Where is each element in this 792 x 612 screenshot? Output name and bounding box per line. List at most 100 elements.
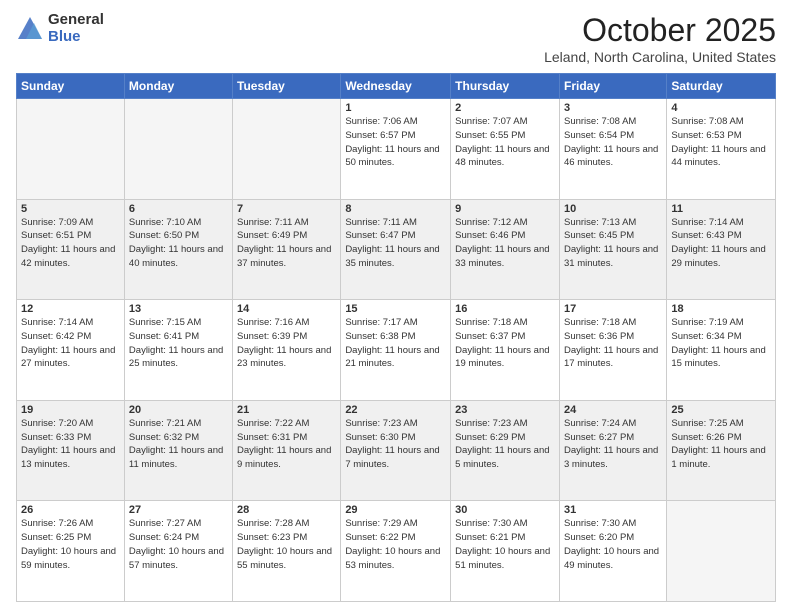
day-number: 23 bbox=[455, 404, 555, 416]
day-info: Sunrise: 7:17 AMSunset: 6:38 PMDaylight:… bbox=[345, 316, 446, 371]
calendar-cell bbox=[17, 99, 125, 200]
calendar-cell: 19Sunrise: 7:20 AMSunset: 6:33 PMDayligh… bbox=[17, 400, 125, 501]
day-number: 22 bbox=[345, 404, 446, 416]
day-info: Sunrise: 7:10 AMSunset: 6:50 PMDaylight:… bbox=[129, 216, 228, 271]
day-number: 8 bbox=[345, 203, 446, 215]
calendar-cell: 30Sunrise: 7:30 AMSunset: 6:21 PMDayligh… bbox=[451, 501, 560, 602]
logo-text: General Blue bbox=[48, 12, 104, 45]
day-info: Sunrise: 7:25 AMSunset: 6:26 PMDaylight:… bbox=[671, 417, 771, 472]
calendar-cell: 17Sunrise: 7:18 AMSunset: 6:36 PMDayligh… bbox=[559, 300, 666, 401]
day-info: Sunrise: 7:18 AMSunset: 6:36 PMDaylight:… bbox=[564, 316, 662, 371]
day-info: Sunrise: 7:16 AMSunset: 6:39 PMDaylight:… bbox=[237, 316, 336, 371]
day-info: Sunrise: 7:24 AMSunset: 6:27 PMDaylight:… bbox=[564, 417, 662, 472]
day-number: 7 bbox=[237, 203, 336, 215]
day-info: Sunrise: 7:19 AMSunset: 6:34 PMDaylight:… bbox=[671, 316, 771, 371]
calendar-week-row: 5Sunrise: 7:09 AMSunset: 6:51 PMDaylight… bbox=[17, 199, 776, 300]
day-number: 1 bbox=[345, 102, 446, 114]
day-info: Sunrise: 7:12 AMSunset: 6:46 PMDaylight:… bbox=[455, 216, 555, 271]
day-number: 30 bbox=[455, 504, 555, 516]
day-info: Sunrise: 7:23 AMSunset: 6:30 PMDaylight:… bbox=[345, 417, 446, 472]
col-header-friday: Friday bbox=[559, 74, 666, 99]
day-info: Sunrise: 7:21 AMSunset: 6:32 PMDaylight:… bbox=[129, 417, 228, 472]
calendar-cell: 9Sunrise: 7:12 AMSunset: 6:46 PMDaylight… bbox=[451, 199, 560, 300]
calendar-table: SundayMondayTuesdayWednesdayThursdayFrid… bbox=[16, 73, 776, 602]
day-number: 27 bbox=[129, 504, 228, 516]
calendar-cell: 15Sunrise: 7:17 AMSunset: 6:38 PMDayligh… bbox=[341, 300, 451, 401]
calendar-cell: 1Sunrise: 7:06 AMSunset: 6:57 PMDaylight… bbox=[341, 99, 451, 200]
logo-icon bbox=[16, 15, 44, 43]
calendar-cell: 10Sunrise: 7:13 AMSunset: 6:45 PMDayligh… bbox=[559, 199, 666, 300]
calendar-cell: 16Sunrise: 7:18 AMSunset: 6:37 PMDayligh… bbox=[451, 300, 560, 401]
day-info: Sunrise: 7:18 AMSunset: 6:37 PMDaylight:… bbox=[455, 316, 555, 371]
day-number: 5 bbox=[21, 203, 120, 215]
calendar-week-row: 1Sunrise: 7:06 AMSunset: 6:57 PMDaylight… bbox=[17, 99, 776, 200]
day-info: Sunrise: 7:28 AMSunset: 6:23 PMDaylight:… bbox=[237, 517, 336, 572]
day-number: 24 bbox=[564, 404, 662, 416]
col-header-tuesday: Tuesday bbox=[233, 74, 341, 99]
calendar-cell: 25Sunrise: 7:25 AMSunset: 6:26 PMDayligh… bbox=[667, 400, 776, 501]
day-number: 20 bbox=[129, 404, 228, 416]
day-number: 14 bbox=[237, 303, 336, 315]
calendar-header-row: SundayMondayTuesdayWednesdayThursdayFrid… bbox=[17, 74, 776, 99]
day-number: 17 bbox=[564, 303, 662, 315]
calendar-cell: 8Sunrise: 7:11 AMSunset: 6:47 PMDaylight… bbox=[341, 199, 451, 300]
day-number: 3 bbox=[564, 102, 662, 114]
calendar-week-row: 19Sunrise: 7:20 AMSunset: 6:33 PMDayligh… bbox=[17, 400, 776, 501]
calendar-cell: 18Sunrise: 7:19 AMSunset: 6:34 PMDayligh… bbox=[667, 300, 776, 401]
col-header-wednesday: Wednesday bbox=[341, 74, 451, 99]
day-info: Sunrise: 7:20 AMSunset: 6:33 PMDaylight:… bbox=[21, 417, 120, 472]
day-number: 6 bbox=[129, 203, 228, 215]
col-header-saturday: Saturday bbox=[667, 74, 776, 99]
day-info: Sunrise: 7:30 AMSunset: 6:20 PMDaylight:… bbox=[564, 517, 662, 572]
calendar-cell: 5Sunrise: 7:09 AMSunset: 6:51 PMDaylight… bbox=[17, 199, 125, 300]
calendar-cell: 20Sunrise: 7:21 AMSunset: 6:32 PMDayligh… bbox=[124, 400, 232, 501]
title-block: October 2025 Leland, North Carolina, Uni… bbox=[544, 12, 776, 65]
day-info: Sunrise: 7:30 AMSunset: 6:21 PMDaylight:… bbox=[455, 517, 555, 572]
calendar-cell: 3Sunrise: 7:08 AMSunset: 6:54 PMDaylight… bbox=[559, 99, 666, 200]
day-info: Sunrise: 7:07 AMSunset: 6:55 PMDaylight:… bbox=[455, 115, 555, 170]
calendar-cell bbox=[124, 99, 232, 200]
day-number: 18 bbox=[671, 303, 771, 315]
col-header-thursday: Thursday bbox=[451, 74, 560, 99]
calendar-cell: 12Sunrise: 7:14 AMSunset: 6:42 PMDayligh… bbox=[17, 300, 125, 401]
location: Leland, North Carolina, United States bbox=[544, 49, 776, 65]
day-number: 31 bbox=[564, 504, 662, 516]
calendar-cell bbox=[667, 501, 776, 602]
calendar-cell: 22Sunrise: 7:23 AMSunset: 6:30 PMDayligh… bbox=[341, 400, 451, 501]
day-number: 11 bbox=[671, 203, 771, 215]
day-info: Sunrise: 7:08 AMSunset: 6:53 PMDaylight:… bbox=[671, 115, 771, 170]
calendar-cell: 21Sunrise: 7:22 AMSunset: 6:31 PMDayligh… bbox=[233, 400, 341, 501]
calendar-cell: 27Sunrise: 7:27 AMSunset: 6:24 PMDayligh… bbox=[124, 501, 232, 602]
calendar-cell: 24Sunrise: 7:24 AMSunset: 6:27 PMDayligh… bbox=[559, 400, 666, 501]
calendar-cell: 31Sunrise: 7:30 AMSunset: 6:20 PMDayligh… bbox=[559, 501, 666, 602]
logo-general: General bbox=[48, 12, 104, 29]
day-number: 21 bbox=[237, 404, 336, 416]
day-info: Sunrise: 7:09 AMSunset: 6:51 PMDaylight:… bbox=[21, 216, 120, 271]
calendar-cell: 7Sunrise: 7:11 AMSunset: 6:49 PMDaylight… bbox=[233, 199, 341, 300]
day-number: 29 bbox=[345, 504, 446, 516]
calendar-cell: 28Sunrise: 7:28 AMSunset: 6:23 PMDayligh… bbox=[233, 501, 341, 602]
calendar-cell: 2Sunrise: 7:07 AMSunset: 6:55 PMDaylight… bbox=[451, 99, 560, 200]
calendar-cell: 26Sunrise: 7:26 AMSunset: 6:25 PMDayligh… bbox=[17, 501, 125, 602]
day-info: Sunrise: 7:27 AMSunset: 6:24 PMDaylight:… bbox=[129, 517, 228, 572]
day-info: Sunrise: 7:11 AMSunset: 6:49 PMDaylight:… bbox=[237, 216, 336, 271]
col-header-sunday: Sunday bbox=[17, 74, 125, 99]
calendar-week-row: 12Sunrise: 7:14 AMSunset: 6:42 PMDayligh… bbox=[17, 300, 776, 401]
day-info: Sunrise: 7:11 AMSunset: 6:47 PMDaylight:… bbox=[345, 216, 446, 271]
calendar-cell: 6Sunrise: 7:10 AMSunset: 6:50 PMDaylight… bbox=[124, 199, 232, 300]
calendar-cell: 23Sunrise: 7:23 AMSunset: 6:29 PMDayligh… bbox=[451, 400, 560, 501]
day-number: 28 bbox=[237, 504, 336, 516]
day-number: 19 bbox=[21, 404, 120, 416]
calendar-cell: 29Sunrise: 7:29 AMSunset: 6:22 PMDayligh… bbox=[341, 501, 451, 602]
page: General Blue October 2025 Leland, North … bbox=[0, 0, 792, 612]
logo: General Blue bbox=[16, 12, 104, 45]
day-info: Sunrise: 7:23 AMSunset: 6:29 PMDaylight:… bbox=[455, 417, 555, 472]
day-number: 13 bbox=[129, 303, 228, 315]
day-info: Sunrise: 7:13 AMSunset: 6:45 PMDaylight:… bbox=[564, 216, 662, 271]
day-info: Sunrise: 7:26 AMSunset: 6:25 PMDaylight:… bbox=[21, 517, 120, 572]
day-number: 15 bbox=[345, 303, 446, 315]
month-title: October 2025 bbox=[544, 12, 776, 49]
day-number: 10 bbox=[564, 203, 662, 215]
day-info: Sunrise: 7:14 AMSunset: 6:43 PMDaylight:… bbox=[671, 216, 771, 271]
col-header-monday: Monday bbox=[124, 74, 232, 99]
